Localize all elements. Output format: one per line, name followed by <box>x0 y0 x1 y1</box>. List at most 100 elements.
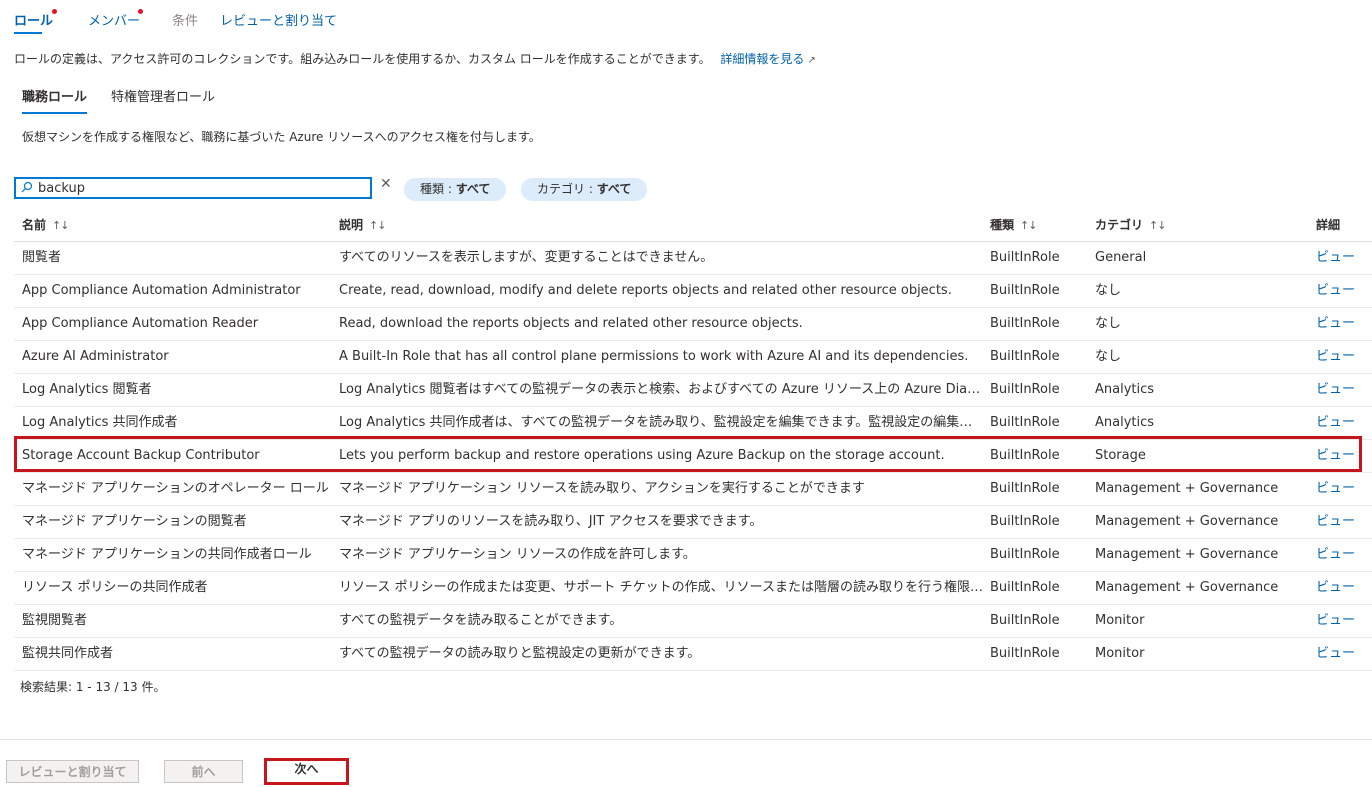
role-name: Log Analytics 共同作成者 <box>22 415 178 430</box>
description-text: ロールの定義は、アクセス許可のコレクションです。組み込みロールを使用するか、カス… <box>14 52 711 66</box>
role-name: App Compliance Automation Administrator <box>22 283 301 298</box>
category-filter[interactable]: カテゴリ : すべて <box>521 178 648 201</box>
role-type: BuiltInRole <box>990 547 1060 562</box>
external-link-icon: ↗ <box>807 55 816 66</box>
role-name: Azure AI Administrator <box>22 349 169 364</box>
role-name: App Compliance Automation Reader <box>22 316 259 331</box>
role-category: Monitor <box>1095 613 1145 628</box>
search-box <box>14 177 372 199</box>
table-row[interactable]: 監視閲覧者 すべての監視データを読み取ることができます。 BuiltInRole… <box>14 605 1372 638</box>
role-type: BuiltInRole <box>990 250 1060 265</box>
table-row[interactable]: リソース ポリシーの共同作成者 リソース ポリシーの作成または変更、サポート チ… <box>14 572 1372 605</box>
view-link[interactable]: ビュー <box>1316 407 1366 439</box>
learn-more-link[interactable]: 詳細情報を見る ↗ <box>720 52 815 66</box>
role-description: すべてのリソースを表示しますが、変更することはできません。 <box>339 250 714 265</box>
role-type: BuiltInRole <box>990 349 1060 364</box>
table-row[interactable]: マネージド アプリケーションのオペレーター ロール マネージド アプリケーション… <box>14 473 1372 506</box>
wizard-tabs: ロール メンバー 条件 レビューと割り当て <box>14 0 359 34</box>
table-row[interactable]: Azure AI Administrator A Built-In Role t… <box>14 341 1372 374</box>
tab-conditions-label: 条件 <box>172 14 199 29</box>
close-icon[interactable]: ✕ <box>380 176 392 192</box>
required-dot-icon <box>138 9 143 14</box>
category-filter-value: すべて <box>596 182 632 196</box>
role-description: リソース ポリシーの作成または変更、サポート チケットの作成、リソースまたは階層… <box>339 580 984 595</box>
tab-role[interactable]: ロール <box>14 0 57 34</box>
view-link[interactable]: ビュー <box>1316 473 1366 505</box>
role-description: A Built-In Role that has all control pla… <box>339 349 969 364</box>
previous-button[interactable]: 前へ <box>164 760 243 783</box>
view-link[interactable]: ビュー <box>1316 605 1366 637</box>
view-link[interactable]: ビュー <box>1316 341 1366 373</box>
role-description: Read, download the reports objects and r… <box>339 316 803 331</box>
sort-icon: ↑↓ <box>52 219 69 232</box>
role-description: マネージド アプリケーション リソースを読み取り、アクションを実行することができ… <box>339 481 865 496</box>
search-icon <box>18 181 36 196</box>
role-description: Log Analytics 閲覧者はすべての監視データの表示と検索、およびすべて… <box>339 382 984 397</box>
role-name: 監視閲覧者 <box>22 613 88 628</box>
role-category: Analytics <box>1095 415 1155 430</box>
view-link[interactable]: ビュー <box>1316 440 1366 472</box>
tab-review-assign-label: レビューと割り当て <box>220 14 338 29</box>
role-category: Management + Governance <box>1095 514 1279 529</box>
view-link[interactable]: ビュー <box>1316 638 1366 670</box>
view-link[interactable]: ビュー <box>1316 506 1366 538</box>
footer-divider <box>0 739 1372 740</box>
next-button-label: 次へ <box>294 762 319 776</box>
column-header-type[interactable]: 種類 ↑↓ <box>990 209 1090 241</box>
role-description: Log Analytics 共同作成者は、すべての監視データを読み取り、監視設定… <box>339 415 984 430</box>
view-link[interactable]: ビュー <box>1316 539 1366 571</box>
sort-icon: ↑↓ <box>369 219 386 232</box>
type-filter-label: 種類 : <box>420 182 456 196</box>
table-row[interactable]: App Compliance Automation Administrator … <box>14 275 1372 308</box>
role-type: BuiltInRole <box>990 613 1060 628</box>
tab-conditions[interactable]: 条件 <box>172 0 198 34</box>
view-link[interactable]: ビュー <box>1316 242 1366 274</box>
table-row-selected[interactable]: Storage Account Backup Contributor Lets … <box>14 440 1372 473</box>
role-description: すべての監視データの読み取りと監視設定の更新ができます。 <box>339 646 701 661</box>
role-type: BuiltInRole <box>990 514 1060 529</box>
column-header-description[interactable]: 説明 ↑↓ <box>339 209 984 241</box>
table-row[interactable]: Log Analytics 閲覧者 Log Analytics 閲覧者はすべての… <box>14 374 1372 407</box>
tab-members[interactable]: メンバー <box>88 0 143 34</box>
table-row[interactable]: Log Analytics 共同作成者 Log Analytics 共同作成者は… <box>14 407 1372 440</box>
view-link[interactable]: ビュー <box>1316 374 1366 406</box>
search-input[interactable] <box>36 180 360 196</box>
role-name: リソース ポリシーの共同作成者 <box>22 580 208 595</box>
column-header-description-label: 説明 <box>339 218 364 232</box>
next-button[interactable]: 次へ <box>264 758 349 785</box>
role-type: BuiltInRole <box>990 283 1060 298</box>
column-header-category[interactable]: カテゴリ ↑↓ <box>1095 209 1305 241</box>
role-type-tabs: 職務ロール 特権管理者ロール <box>22 86 239 114</box>
role-description: すべての監視データを読み取ることができます。 <box>339 613 623 628</box>
column-header-name-label: 名前 <box>22 218 47 232</box>
column-header-name[interactable]: 名前 ↑↓ <box>22 209 332 241</box>
view-link[interactable]: ビュー <box>1316 275 1366 307</box>
table-row[interactable]: マネージド アプリケーションの閲覧者 マネージド アプリのリソースを読み取り、J… <box>14 506 1372 539</box>
role-type: BuiltInRole <box>990 481 1060 496</box>
tab-review-assign[interactable]: レビューと割り当て <box>220 0 337 34</box>
table-row[interactable]: マネージド アプリケーションの共同作成者ロール マネージド アプリケーション リ… <box>14 539 1372 572</box>
table-header-row: 名前 ↑↓ 説明 ↑↓ 種類 ↑↓ カテゴリ ↑↓ 詳細 <box>14 209 1372 242</box>
role-name: Log Analytics 閲覧者 <box>22 382 152 397</box>
view-link[interactable]: ビュー <box>1316 572 1366 604</box>
table-row[interactable]: App Compliance Automation Reader Read, d… <box>14 308 1372 341</box>
table-row[interactable]: 閲覧者 すべてのリソースを表示しますが、変更することはできません。 BuiltI… <box>14 242 1372 275</box>
tab-job-function-roles-label: 職務ロール <box>22 90 88 105</box>
view-link[interactable]: ビュー <box>1316 308 1366 340</box>
category-filter-label: カテゴリ : <box>537 182 597 196</box>
review-assign-button[interactable]: レビューと割り当て <box>6 760 139 783</box>
learn-more-label: 詳細情報を見る <box>720 52 805 66</box>
role-name: マネージド アプリケーションの閲覧者 <box>22 514 247 529</box>
type-filter[interactable]: 種類 : すべて <box>404 178 507 201</box>
role-description: マネージド アプリケーション リソースの作成を許可します。 <box>339 547 696 562</box>
type-filter-value: すべて <box>455 182 491 196</box>
review-assign-button-label: レビューと割り当て <box>18 765 127 779</box>
role-category: なし <box>1095 349 1122 364</box>
role-type: BuiltInRole <box>990 415 1060 430</box>
tab-privileged-admin-roles[interactable]: 特権管理者ロール <box>111 86 215 112</box>
table-row[interactable]: 監視共同作成者 すべての監視データの読み取りと監視設定の更新ができます。 Bui… <box>14 638 1372 671</box>
tab-job-function-roles[interactable]: 職務ロール <box>22 86 88 114</box>
column-header-type-label: 種類 <box>990 218 1015 232</box>
role-category: Monitor <box>1095 646 1145 661</box>
required-dot-icon <box>52 9 57 14</box>
